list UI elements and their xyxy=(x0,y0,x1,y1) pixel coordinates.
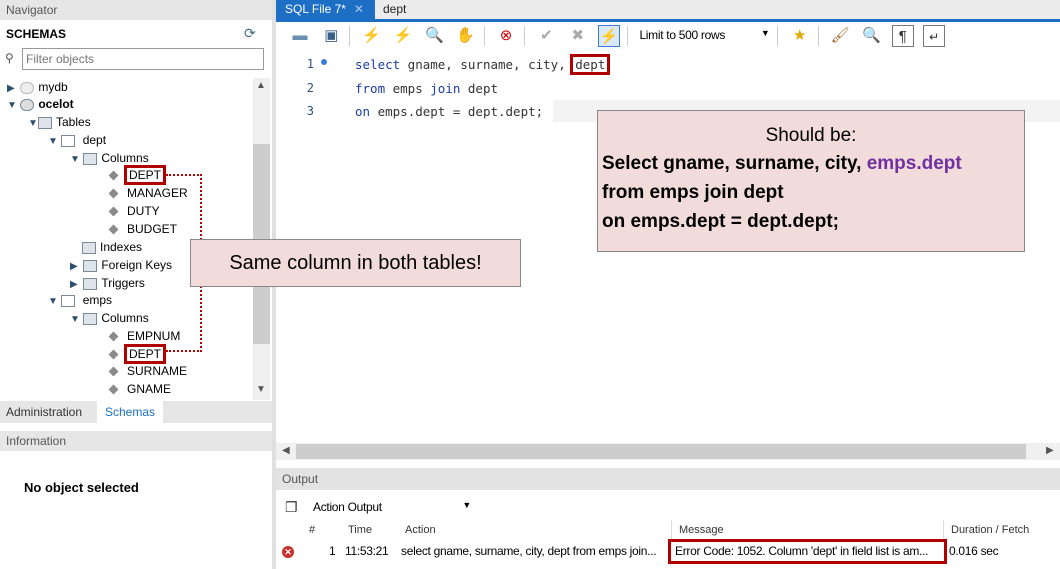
correction-callout: Should be: Select gname, surname, city, … xyxy=(597,110,1025,252)
execute-current-icon[interactable]: ⚡ xyxy=(392,25,414,47)
row-action: select gname, surname, city, dept from e… xyxy=(401,544,657,558)
limit-rows-select[interactable]: Limit to 500 rows ▼ xyxy=(635,25,774,47)
col-header-duration[interactable]: Duration / Fetch xyxy=(951,524,1029,536)
tree-item-dept-columns[interactable]: ▼ Columns xyxy=(70,149,149,167)
tree-item-dept[interactable]: ▼ dept xyxy=(48,131,106,149)
column-icon xyxy=(108,170,119,181)
scroll-right-icon[interactable]: ▶ xyxy=(1046,445,1054,456)
invisible-chars-icon[interactable]: ¶ xyxy=(891,25,914,47)
table-icon xyxy=(61,134,76,147)
save-icon[interactable]: ▣ xyxy=(320,25,342,47)
tree-item-emps[interactable]: ▼ emps xyxy=(48,291,112,309)
stop-on-error-icon[interactable]: ⊗ xyxy=(495,25,517,47)
column-surname[interactable]: SURNAME xyxy=(108,362,187,380)
col-header-num[interactable]: # xyxy=(309,524,315,536)
explain-icon[interactable]: 🔍 xyxy=(423,25,445,47)
row-message: Error Code: 1052. Column 'dept' in field… xyxy=(668,539,947,564)
column-emps-dept[interactable]: DEPT xyxy=(108,344,167,364)
database-icon xyxy=(20,98,35,111)
code-line-2: from emps join dept xyxy=(355,81,499,96)
open-folder-icon[interactable]: ▬ xyxy=(289,25,311,47)
schemas-label: SCHEMAS xyxy=(6,27,67,41)
error-icon: ✕ xyxy=(282,546,294,558)
find-icon[interactable]: 🔍 xyxy=(860,25,882,47)
output-mode-select[interactable]: Action Output ▼ xyxy=(307,496,475,518)
add-snippet-icon[interactable]: ★ xyxy=(789,25,811,47)
ambiguous-column: dept xyxy=(570,54,611,75)
no-object-selected: No object selected xyxy=(24,480,139,495)
col-header-action[interactable]: Action xyxy=(405,524,436,536)
table-icon xyxy=(61,294,76,307)
filter-objects-input[interactable] xyxy=(22,48,264,70)
column-icon xyxy=(108,349,119,360)
copy-icon[interactable]: ❐ xyxy=(285,499,298,516)
dropdown-arrow-icon: ▼ xyxy=(760,28,770,38)
scroll-down-icon[interactable]: ▼ xyxy=(256,384,266,395)
autocommit-icon[interactable]: ⚡ xyxy=(598,25,621,47)
tree-item-tables[interactable]: ▼ Tables xyxy=(28,113,91,131)
triggers-icon xyxy=(83,277,98,290)
code-line-3: on emps.dept = dept.dept; xyxy=(355,104,544,119)
column-icon xyxy=(108,188,119,199)
search-icon: ⚲ xyxy=(5,51,14,65)
columns-folder-icon xyxy=(83,152,98,165)
navigator-title: Navigator xyxy=(6,3,58,17)
column-icon xyxy=(108,331,119,342)
scrollbar-thumb[interactable] xyxy=(296,444,1026,459)
line-number: 3 xyxy=(306,104,314,118)
scroll-up-icon[interactable]: ▲ xyxy=(256,80,266,91)
col-header-time[interactable]: Time xyxy=(348,524,372,536)
tab-administration[interactable]: Administration xyxy=(6,405,82,419)
rollback-icon[interactable]: ✖ xyxy=(567,25,589,47)
tab-schemas[interactable]: Schemas xyxy=(97,401,164,423)
indexes-icon xyxy=(82,241,96,254)
beautify-icon[interactable]: 🖌 xyxy=(829,25,851,47)
editor-tabbar: SQL File 7* ✕ dept xyxy=(276,0,1060,19)
columns-folder-icon xyxy=(83,312,98,325)
column-icon xyxy=(108,366,119,377)
row-duration: 0.016 sec xyxy=(949,544,999,558)
code-line-1: select gname, surname, city, dept xyxy=(355,54,611,75)
tab-sql-file-7[interactable]: SQL File 7* ✕ xyxy=(276,0,375,19)
line-number: 1 xyxy=(306,57,314,71)
column-icon xyxy=(108,206,119,217)
dropdown-arrow-icon: ▼ xyxy=(462,500,471,510)
database-icon xyxy=(20,81,35,94)
output-header: Output xyxy=(276,468,1060,490)
tab-dept[interactable]: dept xyxy=(383,2,406,16)
col-header-message[interactable]: Message xyxy=(679,524,724,536)
tree-item-emps-columns[interactable]: ▼ Columns xyxy=(70,309,149,327)
tree-item-foreign-keys[interactable]: ▶ Foreign Keys xyxy=(70,256,172,274)
tree-item-mydb[interactable]: ▶ mydb xyxy=(7,78,68,96)
foreign-keys-icon xyxy=(83,259,98,272)
editor-h-scrollbar[interactable]: ◀ ▶ xyxy=(276,443,1060,460)
scroll-left-icon[interactable]: ◀ xyxy=(282,445,290,456)
navigator-tabs: Administration Schemas xyxy=(0,401,272,423)
tables-folder-icon xyxy=(38,116,52,129)
row-time: 11:53:21 xyxy=(345,544,389,558)
row-num: 1 xyxy=(329,544,336,558)
column-duty[interactable]: DUTY xyxy=(108,202,160,220)
column-dept[interactable]: DEPT xyxy=(108,165,167,185)
navigator-header: Navigator xyxy=(0,0,272,20)
tree-item-ocelot[interactable]: ▼ ocelot xyxy=(7,95,74,113)
column-gname[interactable]: GNAME xyxy=(108,380,171,398)
close-tab-icon[interactable]: ✕ xyxy=(354,2,364,16)
tree-item-indexes[interactable]: Indexes xyxy=(82,238,142,256)
tab-underline xyxy=(276,19,1060,22)
information-header: Information xyxy=(0,431,272,451)
column-icon xyxy=(108,224,119,235)
column-icon xyxy=(108,384,119,395)
tree-item-triggers[interactable]: ▶ Triggers xyxy=(70,274,145,292)
execute-icon[interactable]: ⚡ xyxy=(361,25,383,47)
commit-icon[interactable]: ✔ xyxy=(535,25,557,47)
word-wrap-icon[interactable]: ↵ xyxy=(923,25,946,47)
same-column-callout: Same column in both tables! xyxy=(190,239,521,287)
line-number: 2 xyxy=(306,81,314,95)
stop-icon[interactable]: ✋ xyxy=(455,25,477,47)
refresh-icon[interactable]: ⟳ xyxy=(244,25,256,42)
editor-toolbar: ▬ ▣ ⚡ ⚡ 🔍 ✋ ⊗ ✔ ✖ ⚡ Limit to 500 rows ▼ ★… xyxy=(286,25,948,51)
statement-marker-icon xyxy=(321,59,327,65)
